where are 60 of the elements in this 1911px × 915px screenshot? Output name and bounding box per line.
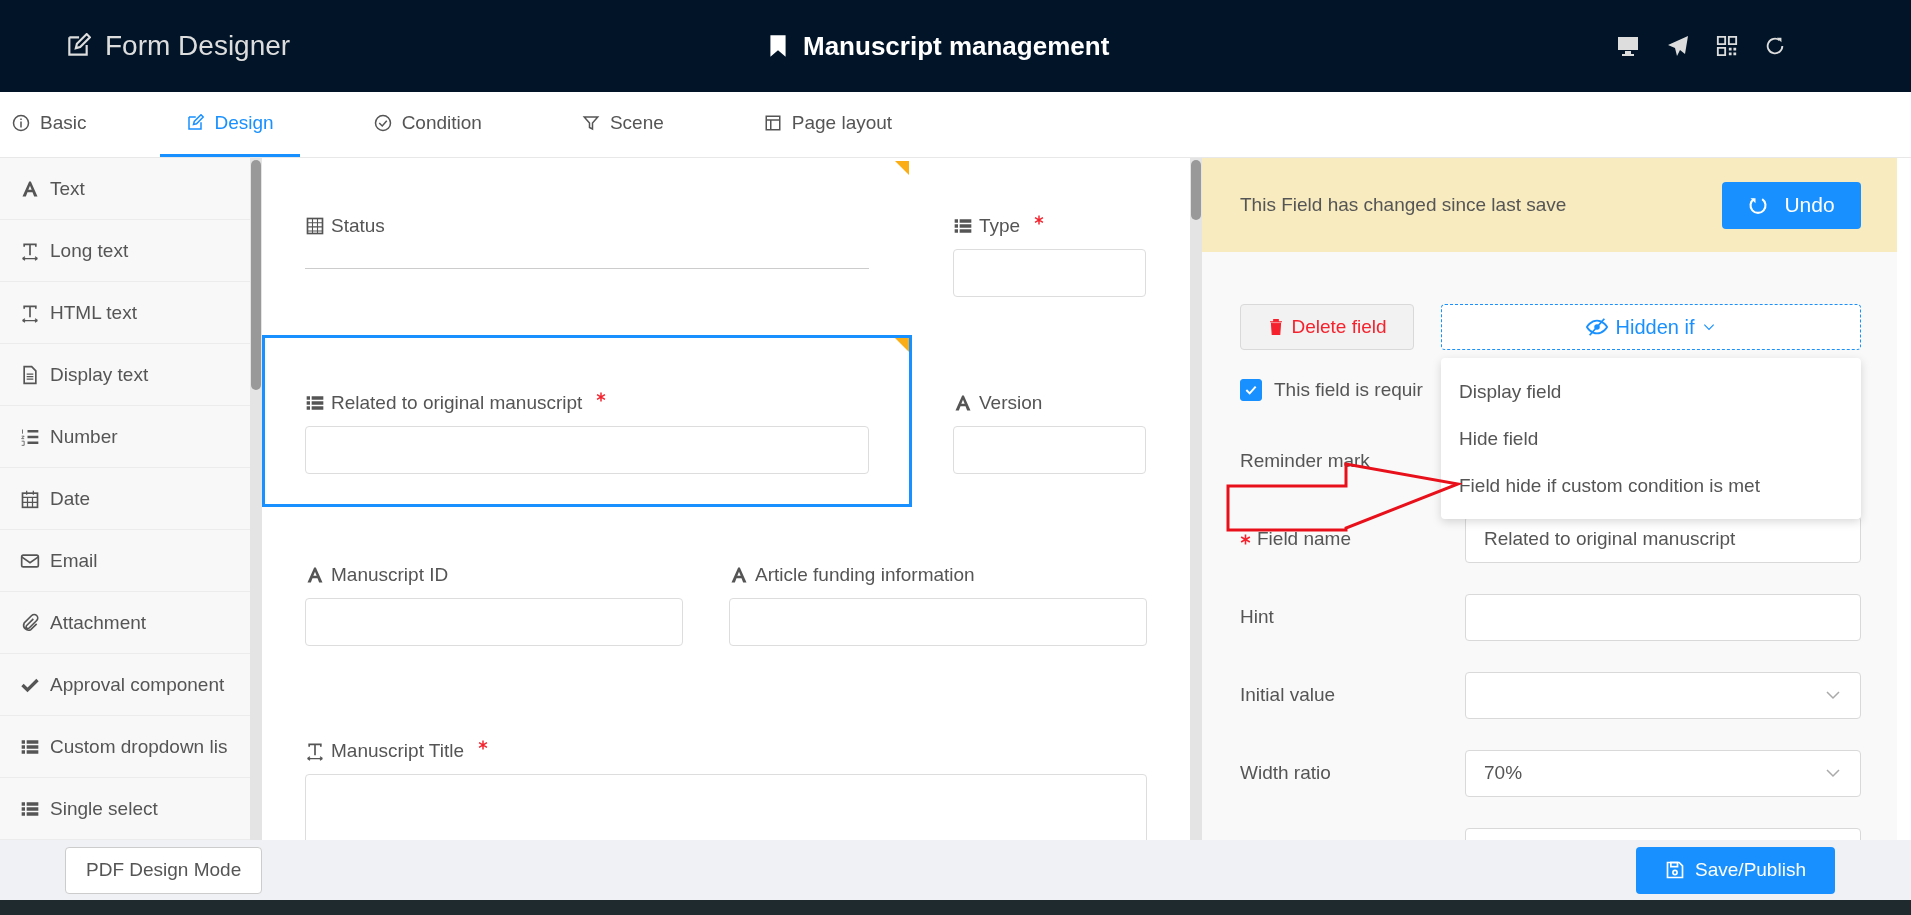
input-field[interactable]	[305, 598, 683, 646]
info-icon	[12, 114, 30, 132]
monitor-icon[interactable]	[1616, 34, 1640, 58]
letter-a-icon	[729, 565, 749, 585]
edit-icon	[65, 33, 91, 59]
input-field[interactable]	[953, 249, 1146, 297]
calendar-icon	[20, 488, 40, 509]
input-field[interactable]	[953, 426, 1146, 474]
letter-a-icon	[305, 565, 325, 585]
change-notice: This Field has changed since last save	[1240, 194, 1567, 216]
menu-item[interactable]: Display field	[1441, 368, 1861, 415]
tab[interactable]: Basic	[0, 92, 113, 157]
letter-a-icon	[953, 393, 973, 413]
checkbox-label: This field is requir	[1274, 379, 1423, 401]
scrollbar-thumb[interactable]	[251, 160, 261, 390]
field-label: Article funding information	[755, 564, 975, 586]
document-title: Manuscript management	[803, 30, 1110, 62]
field-label: Status	[331, 215, 385, 237]
layout-icon	[763, 114, 782, 132]
field-label: Related to original manuscript	[331, 392, 583, 414]
menu-item[interactable]: Hide field	[1441, 415, 1861, 462]
field-label: Type	[979, 215, 1021, 237]
text-height-icon	[305, 741, 325, 761]
tab[interactable]: Condition	[347, 92, 508, 157]
corner-marker-icon	[895, 338, 909, 352]
document-icon	[20, 364, 40, 385]
tab[interactable]: Scene	[555, 92, 690, 157]
input-field[interactable]	[1465, 593, 1861, 641]
list-icon	[953, 216, 973, 236]
property-label: Hint	[1240, 606, 1274, 628]
qr-code-icon[interactable]	[1716, 35, 1738, 57]
table-icon	[305, 216, 325, 236]
property-label: Width ratio	[1240, 762, 1331, 784]
edit-icon	[186, 114, 205, 132]
field-label: Manuscript Title	[331, 740, 465, 762]
menu-item[interactable]: Field hide if custom condition is met	[1441, 462, 1861, 509]
undo-icon	[1748, 195, 1769, 215]
property-label: Field name	[1257, 528, 1351, 550]
field-label: Manuscript ID	[331, 564, 449, 586]
field-label: Version	[979, 392, 1043, 414]
app-title: Form Designer	[105, 30, 291, 62]
select-field[interactable]: 70%	[1465, 749, 1861, 797]
tab[interactable]: Page layout	[737, 92, 919, 157]
corner-marker-icon	[895, 161, 909, 175]
refresh-icon[interactable]	[1764, 35, 1786, 57]
list-icon	[305, 393, 325, 413]
input-field[interactable]	[729, 598, 1147, 646]
checkbox[interactable]	[1240, 379, 1262, 401]
pdf-design-mode-button[interactable]: PDF Design Mode	[65, 846, 263, 894]
eye-slash-icon	[1585, 316, 1608, 338]
property-label: Initial value	[1240, 684, 1336, 706]
select-field[interactable]	[1465, 671, 1861, 719]
paperclip-icon	[20, 612, 40, 633]
filter-icon	[581, 114, 600, 132]
delete-field-button[interactable]: Delete field	[1240, 304, 1414, 350]
save-icon	[1665, 860, 1686, 880]
scrollbar-thumb[interactable]	[1191, 160, 1201, 220]
check-circle-icon	[373, 114, 392, 132]
send-icon[interactable]	[1666, 34, 1690, 58]
input-field[interactable]	[305, 426, 869, 474]
